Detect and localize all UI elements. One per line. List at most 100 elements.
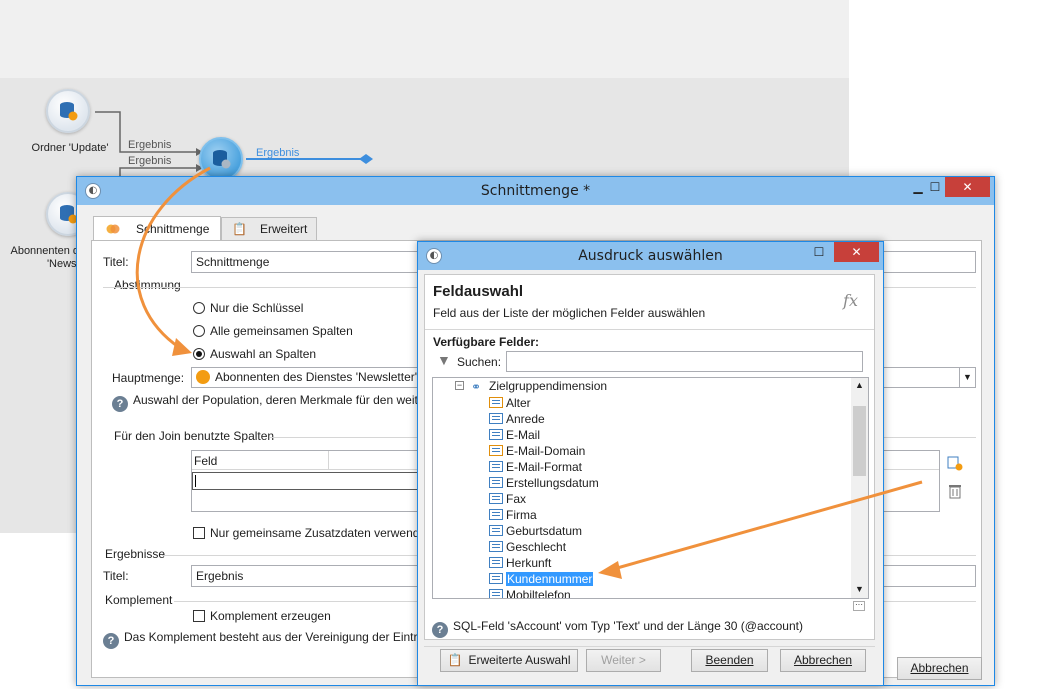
edge-1-label: Ergebnis <box>128 139 172 151</box>
field-info-text: SQL-Feld 'sAccount' vom Typ 'Text' und d… <box>453 619 803 633</box>
tab-schnittmenge[interactable]: Schnittmenge <box>93 216 221 240</box>
ergebnisse-label: Ergebnisse <box>103 547 168 561</box>
field-icon <box>489 493 503 504</box>
add-field-icon[interactable] <box>947 455 963 471</box>
scroll-thumb[interactable] <box>853 406 866 476</box>
field-icon <box>489 397 503 408</box>
field-icon <box>489 429 503 440</box>
tree-item-label: E-Mail <box>506 428 541 442</box>
tree-item-label: Anrede <box>506 412 545 426</box>
field-icon <box>489 413 503 424</box>
advanced-selection-label: Erweiterte Auswahl <box>468 653 571 667</box>
trash-icon[interactable] <box>947 483 963 499</box>
radio-common-columns[interactable]: Alle gemeinsamen Spalten <box>193 324 353 338</box>
button-row-divider <box>424 646 875 647</box>
chevron-down-icon[interactable]: ▼ <box>959 368 975 387</box>
tree-item[interactable]: Anrede <box>489 411 545 427</box>
radio-keys-only[interactable]: Nur die Schlüssel <box>193 301 303 315</box>
tab-erweitert[interactable]: 📋 Erweitert <box>221 217 317 240</box>
abstimmung-group-label: Abstimmung <box>112 278 183 292</box>
tree-root-label[interactable]: Zielgruppendimension <box>489 379 607 393</box>
help-icon: ? <box>432 622 448 638</box>
title-label: Titel: <box>103 255 129 269</box>
tree-item[interactable]: Herkunft <box>489 555 551 571</box>
text-cursor <box>195 475 196 487</box>
radio-indicator <box>193 325 205 337</box>
intersection-window-titlebar[interactable]: ◐ Schnittmenge * ▁ ☐ ✕ <box>77 177 994 205</box>
workflow-node-update[interactable] <box>46 89 90 133</box>
filter-icon: ▼ <box>437 352 451 368</box>
tree-item-label: Mobiltelefon <box>506 588 571 599</box>
scroll-down-icon[interactable]: ▼ <box>855 584 864 594</box>
tree-scrollbar[interactable]: ▲ ▼ <box>851 378 868 598</box>
tree-item[interactable]: E-Mail <box>489 427 540 443</box>
search-input[interactable] <box>506 351 863 372</box>
collapse-icon[interactable]: − <box>455 381 464 390</box>
panel-divider <box>425 329 874 330</box>
close-button[interactable]: ✕ <box>945 177 990 197</box>
field-icon <box>489 525 503 536</box>
radio-column-selection-label: Auswahl an Spalten <box>210 347 317 361</box>
common-data-checkbox-label: Nur gemeinsame Zusatzdaten verwende <box>210 526 427 540</box>
workflow-node-intersection[interactable] <box>199 137 243 181</box>
more-icon[interactable]: ··· <box>853 601 865 611</box>
dialog-cancel-button[interactable]: Abbrechen <box>780 649 866 672</box>
field-icon <box>489 509 503 520</box>
expression-dialog-body: Feldauswahl Feld aus der Liste der mögli… <box>418 270 883 685</box>
common-data-checkbox[interactable]: Nur gemeinsame Zusatzdaten verwende <box>193 526 426 540</box>
intersection-icon <box>213 150 231 169</box>
tab-schnittmenge-label: Schnittmenge <box>136 222 210 236</box>
join-field-editor[interactable] <box>192 472 422 490</box>
field-tree[interactable]: − ⚭ Zielgruppendimension Alter Anrede E-Ma… <box>432 377 869 599</box>
dialog-close-button[interactable]: ✕ <box>834 242 879 262</box>
dialog-cancel-label: Abbrechen <box>793 653 853 667</box>
finish-button[interactable]: Beenden <box>691 649 768 672</box>
field-selection-panel: Feldauswahl Feld aus der Liste der mögli… <box>424 274 875 640</box>
dialog-maximize-button[interactable]: ☐ <box>805 242 833 262</box>
tree-item[interactable]: E-Mail-Domain <box>489 443 585 459</box>
tree-item[interactable]: E-Mail-Format <box>489 459 582 475</box>
tree-item[interactable]: Firma <box>489 507 537 523</box>
tree-item[interactable]: Erstellungsdatum <box>489 475 599 491</box>
available-fields-label: Verfügbare Felder: <box>433 335 540 349</box>
radio-indicator <box>193 302 205 314</box>
population-help-text: Auswahl der Population, deren Merkmale f… <box>133 393 418 407</box>
tree-item-label: Fax <box>506 492 527 506</box>
search-label: Suchen: <box>457 355 502 369</box>
field-info: ? SQL-Feld 'sAccount' vom Typ 'Text' und … <box>432 619 803 638</box>
field-icon <box>489 557 503 568</box>
tree-item-label: Kundennummer <box>506 572 594 586</box>
checkbox-indicator <box>193 527 205 539</box>
tree-item[interactable]: Kundennummer <box>489 571 594 587</box>
main-cancel-label: Abbrechen <box>910 661 969 675</box>
hauptmenge-label: Hauptmenge: <box>112 371 185 385</box>
fx-icon[interactable]: fx <box>843 291 858 310</box>
population-help: ? Auswahl der Population, deren Merkmale … <box>112 393 418 412</box>
field-icon <box>489 541 503 552</box>
scroll-up-icon[interactable]: ▲ <box>855 380 864 390</box>
radio-column-selection[interactable]: Auswahl an Spalten <box>193 347 316 361</box>
expression-dialog: ◐ Ausdruck auswählen ☐ ✕ Feldauswahl Fel… <box>417 241 884 686</box>
dimension-icon: ⚭ <box>471 380 482 394</box>
hauptmenge-value: Abonnenten des Dienstes 'Newsletter' <box>215 370 418 384</box>
expression-dialog-titlebar[interactable]: ◐ Ausdruck auswählen ☐ ✕ <box>418 242 883 270</box>
tree-item-label: Herkunft <box>506 556 552 570</box>
tree-item[interactable]: Alter <box>489 395 531 411</box>
tree-item[interactable]: Geburtsdatum <box>489 523 582 539</box>
tree-item[interactable]: Fax <box>489 491 526 507</box>
tree-item[interactable]: Geschlecht <box>489 539 566 555</box>
radio-indicator-checked <box>193 348 205 360</box>
join-column-header[interactable]: Feld <box>192 451 329 470</box>
field-icon <box>489 573 503 584</box>
output-edge-end <box>359 154 373 164</box>
complement-checkbox[interactable]: Komplement erzeugen <box>193 609 331 623</box>
main-cancel-button[interactable]: Abbrechen <box>897 657 982 680</box>
tree-item-label: Geschlecht <box>506 540 567 554</box>
workflow-node-update-label: Ordner 'Update' <box>31 142 109 154</box>
tree-item-label: Geburtsdatum <box>506 524 583 538</box>
complement-checkbox-label: Komplement erzeugen <box>210 609 331 623</box>
finish-label: Beenden <box>705 653 754 667</box>
tree-item[interactable]: Mobiltelefon <box>489 587 571 599</box>
advanced-selection-button[interactable]: 📋 Erweiterte Auswahl <box>440 649 578 672</box>
next-button[interactable]: Weiter > <box>586 649 661 672</box>
